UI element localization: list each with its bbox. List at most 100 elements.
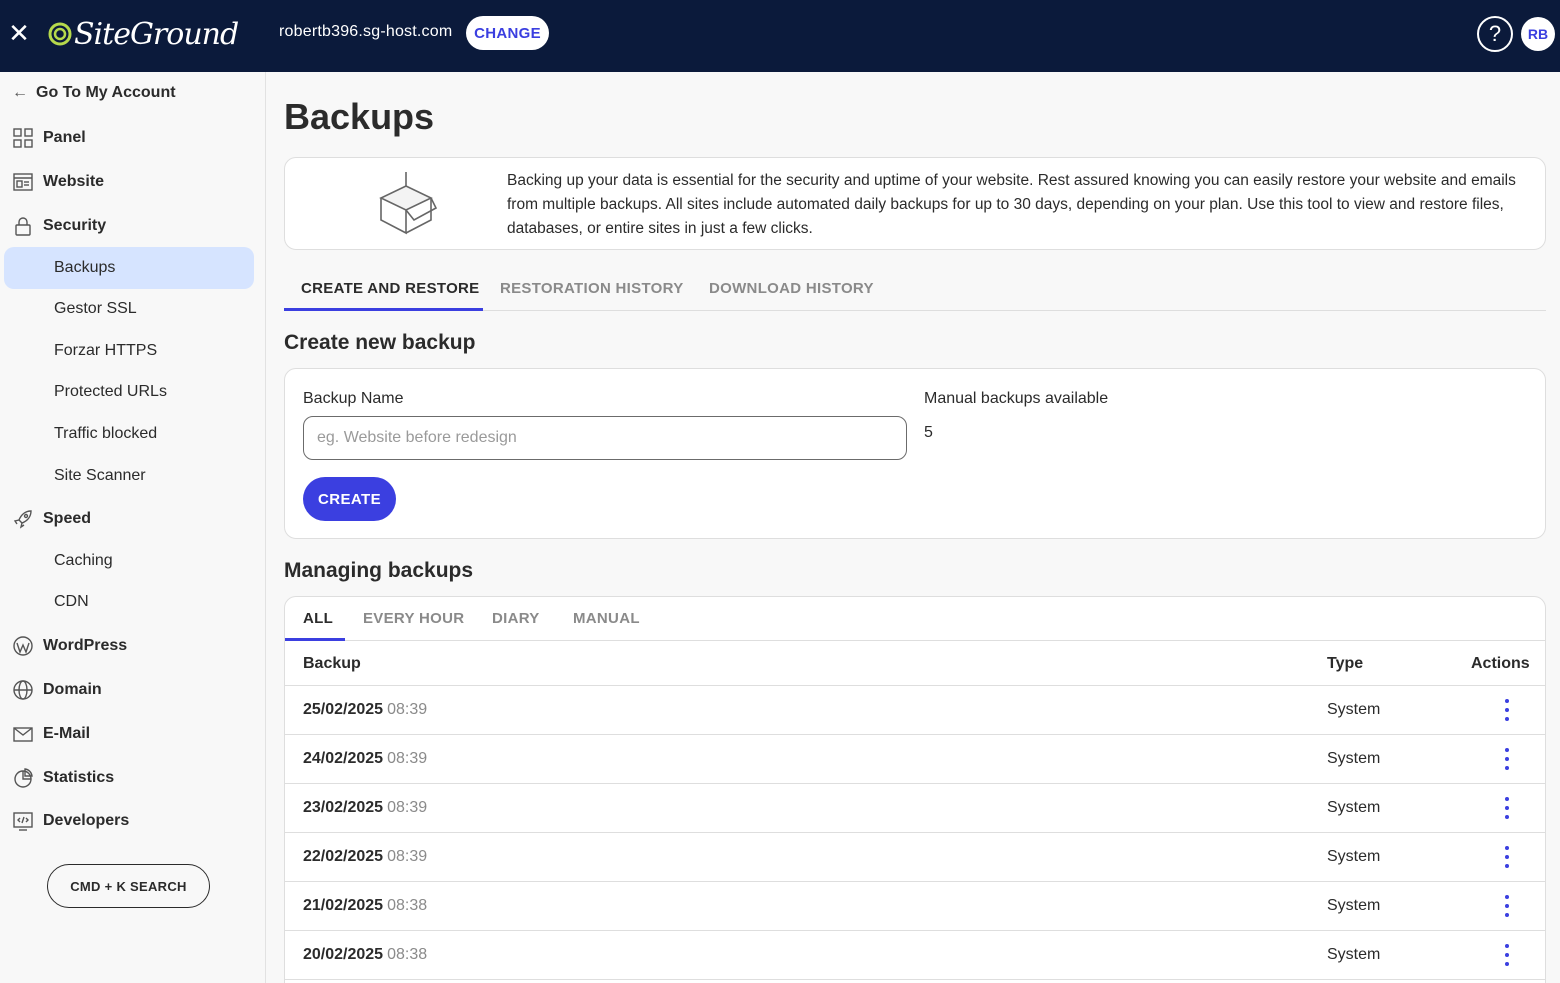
sidebar-item-domain[interactable]: Domain — [12, 678, 102, 702]
sidebar-item-label: Panel — [43, 129, 86, 146]
info-text: Backing up your data is essential for th… — [507, 172, 1516, 237]
kebab-menu-icon[interactable] — [1497, 699, 1517, 721]
sidebar-item-label: Developers — [43, 812, 130, 829]
backup-time: 08:39 — [387, 701, 428, 718]
mail-icon — [12, 723, 34, 745]
backup-time: 08:38 — [387, 897, 428, 914]
sidebar-subitem-backups[interactable]: Backups — [54, 256, 115, 280]
backup-date: 25/02/2025 08:39 — [303, 701, 428, 718]
sidebar-item-label: Statistics — [43, 769, 115, 786]
column-backup: Backup — [303, 655, 361, 672]
sidebar-item-website[interactable]: Website — [12, 170, 104, 194]
sidebar-item-statistics[interactable]: Statistics — [12, 766, 114, 790]
backup-box-icon — [379, 172, 438, 235]
tab-create-and-restore[interactable]: CREATE AND RESTORE — [301, 280, 479, 297]
backup-type: System — [1327, 946, 1381, 963]
backup-type: System — [1327, 750, 1381, 767]
managing-backups-title: Managing backups — [284, 559, 474, 582]
sidebar-item-email[interactable]: E-Mail — [12, 722, 90, 746]
sidebar-subitem-protected-urls[interactable]: Protected URLs — [54, 380, 167, 404]
backup-type: System — [1327, 701, 1381, 718]
tab-restoration-history[interactable]: RESTORATION HISTORY — [500, 280, 684, 297]
rocket-icon — [12, 508, 34, 530]
active-tab-indicator — [284, 308, 483, 311]
close-icon[interactable]: ✕ — [8, 20, 30, 46]
sidebar-item-developers[interactable]: Developers — [12, 809, 129, 833]
table-row: 24/02/2025 08:39 System — [285, 735, 1545, 784]
pie-chart-icon — [12, 767, 34, 789]
table-row: 22/02/2025 08:39 System — [285, 833, 1545, 882]
backup-date: 20/02/2025 08:38 — [303, 946, 428, 963]
manual-backups-count: 5 — [924, 424, 933, 441]
siteground-mark-icon — [48, 22, 72, 46]
sidebar-item-wordpress[interactable]: WordPress — [12, 634, 127, 658]
change-site-button[interactable]: CHANGE — [466, 16, 549, 50]
page-title: Backups — [284, 96, 435, 137]
kebab-menu-icon[interactable] — [1497, 944, 1517, 966]
sidebar-subitem-traffic-blocked[interactable]: Traffic blocked — [54, 422, 157, 446]
sidebar-item-label: Speed — [43, 510, 92, 527]
active-item-highlight — [4, 247, 254, 289]
sidebar-item-panel[interactable]: Panel — [12, 126, 86, 150]
grid-icon — [12, 127, 34, 149]
lock-icon — [12, 215, 34, 237]
backup-name-input[interactable] — [303, 416, 907, 460]
sidebar-subitem-site-scanner[interactable]: Site Scanner — [54, 464, 146, 488]
managing-backups-card: ALL EVERY HOUR DIARY MANUAL Backup Type … — [284, 596, 1546, 983]
sidebar-subitem-cdn[interactable]: CDN — [54, 590, 89, 614]
table-header: Backup Type Actions — [285, 641, 1545, 686]
backup-time: 08:38 — [387, 946, 428, 963]
backup-filter-tabs: ALL EVERY HOUR DIARY MANUAL — [285, 597, 1545, 641]
column-type: Type — [1327, 655, 1364, 672]
sidebar-item-label: Domain — [43, 681, 102, 698]
backup-time: 08:39 — [387, 848, 428, 865]
website-icon — [12, 171, 34, 193]
filter-every-hour[interactable]: EVERY HOUR — [363, 610, 464, 627]
kebab-menu-icon[interactable] — [1497, 748, 1517, 770]
sidebar-item-label: WordPress — [43, 637, 128, 654]
avatar[interactable]: RB — [1521, 17, 1555, 51]
table-row: 23/02/2025 08:39 System — [285, 784, 1545, 833]
filter-manual[interactable]: MANUAL — [573, 610, 640, 627]
sidebar-subitem-https[interactable]: Forzar HTTPS — [54, 339, 157, 363]
go-to-account-label: Go To My Account — [36, 84, 176, 101]
site-domain: robertb396.sg-host.com — [279, 23, 453, 40]
filter-all[interactable]: ALL — [303, 610, 333, 627]
main-content: Backups Backing up your data is essentia… — [284, 72, 1546, 983]
backup-date: 22/02/2025 08:39 — [303, 848, 428, 865]
backup-time: 08:39 — [387, 799, 428, 816]
sidebar-subitem-caching[interactable]: Caching — [54, 549, 113, 573]
backup-date: 24/02/2025 08:39 — [303, 750, 428, 767]
wordpress-icon — [12, 635, 34, 657]
sidebar-item-label: E-Mail — [43, 725, 91, 742]
sidebar: ← Go To My Account Panel Website Securit… — [0, 72, 266, 983]
siteground-logo[interactable]: SiteGround — [48, 14, 239, 54]
kebab-menu-icon[interactable] — [1497, 846, 1517, 868]
sidebar-item-label: Website — [43, 173, 105, 190]
backup-tabs: CREATE AND RESTORE RESTORATION HISTORY D… — [284, 272, 1546, 311]
table-row: 20/02/2025 08:38 System — [285, 931, 1545, 980]
help-icon[interactable]: ? — [1477, 16, 1513, 52]
backup-time: 08:39 — [387, 750, 428, 767]
backup-name-label: Backup Name — [303, 390, 404, 407]
table-row: 21/02/2025 08:38 System — [285, 882, 1545, 931]
sidebar-subitem-ssl[interactable]: Gestor SSL — [54, 297, 137, 321]
manual-backups-label: Manual backups available — [924, 390, 1109, 407]
table-row: 25/02/2025 08:39 System — [285, 686, 1545, 735]
code-icon — [12, 810, 34, 832]
backup-type: System — [1327, 799, 1381, 816]
top-bar: ✕ SiteGround robertb396.sg-host.com CHAN… — [0, 0, 1560, 72]
create-backup-button[interactable]: CREATE — [303, 477, 396, 521]
cmd-k-search-button[interactable]: CMD + K SEARCH — [47, 864, 210, 908]
go-to-account-link[interactable]: ← Go To My Account — [12, 84, 176, 102]
backup-type: System — [1327, 897, 1381, 914]
kebab-menu-icon[interactable] — [1497, 797, 1517, 819]
create-backup-card: Backup Name Manual backups available 5 C… — [284, 368, 1546, 539]
sidebar-item-security[interactable]: Security — [12, 214, 106, 238]
kebab-menu-icon[interactable] — [1497, 895, 1517, 917]
column-actions: Actions — [1471, 655, 1530, 672]
tab-download-history[interactable]: DOWNLOAD HISTORY — [709, 280, 874, 297]
backup-date: 21/02/2025 08:38 — [303, 897, 428, 914]
sidebar-item-speed[interactable]: Speed — [12, 507, 91, 531]
filter-diary[interactable]: DIARY — [492, 610, 540, 627]
